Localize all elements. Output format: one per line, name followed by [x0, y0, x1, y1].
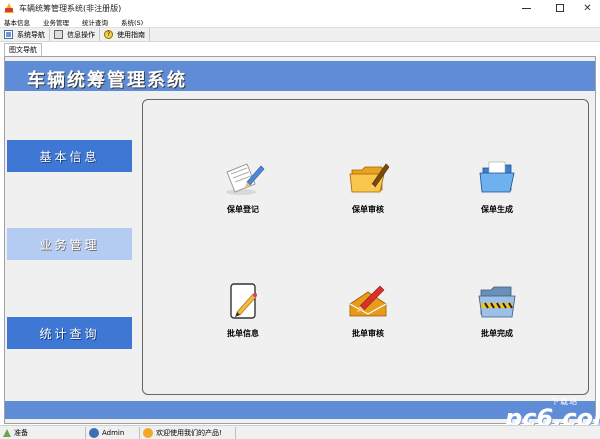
nav-stats-button[interactable]: 统计查询: [7, 317, 132, 349]
menu-stats[interactable]: 统计查询: [82, 17, 108, 27]
menu-business[interactable]: 业务管理: [43, 17, 69, 27]
status-ready-text: 准备: [14, 428, 28, 437]
envelope-pencil-icon: [349, 285, 387, 317]
notepad-pen-icon: [230, 283, 257, 319]
tab-strip: 图文导航: [0, 42, 600, 56]
user-guide-button[interactable]: ? 使用指南: [100, 28, 150, 41]
endorsement-complete-label: 批单完成: [481, 329, 513, 338]
help-icon: ?: [104, 30, 113, 39]
nav-basic-info-button[interactable]: 基本信息: [7, 140, 132, 172]
document-pen-icon: [226, 163, 265, 195]
status-bar: 准备 Admin 欢迎使用我们的产品!: [0, 425, 600, 439]
system-title: 车辆统筹管理系统: [27, 70, 187, 91]
function-panel: 保单登记 保单审核 保单生成 批单信息 批单审核 批单完成: [142, 99, 589, 395]
info-icon: [54, 30, 63, 39]
nav-business-button[interactable]: 业务管理: [7, 228, 132, 260]
policy-generate-label: 保单生成: [481, 205, 513, 214]
status-welcome: 欢迎使用我们的产品!: [140, 426, 236, 439]
status-ready: 准备: [0, 426, 86, 439]
header-banner: 车辆统筹管理系统: [5, 61, 595, 91]
toolbar: 系统导航 信息操作 ? 使用指南: [0, 27, 600, 42]
app-icon: [3, 2, 15, 14]
system-nav-label: 系统导航: [17, 30, 45, 39]
info-ops-button[interactable]: 信息操作: [50, 28, 100, 41]
close-icon: ✕: [583, 2, 592, 14]
endorsement-review-tile[interactable]: 批单审核: [328, 282, 408, 362]
folder-blue-icon: [479, 161, 515, 193]
menu-bar: 基本信息 业务管理 统计查询 系统(S): [0, 16, 600, 27]
window-title: 车辆统筹管理系统(非注册版): [19, 3, 122, 13]
tab-graphic-nav[interactable]: 图文导航: [4, 43, 42, 56]
endorsement-info-label: 批单信息: [227, 329, 259, 338]
endorsement-complete-tile[interactable]: 批单完成: [457, 282, 537, 362]
status-welcome-text: 欢迎使用我们的产品!: [156, 428, 222, 437]
endorsement-review-label: 批单审核: [352, 329, 384, 338]
policy-generate-tile[interactable]: 保单生成: [457, 158, 537, 238]
minimize-icon: [521, 7, 531, 9]
minimize-button[interactable]: [511, 0, 541, 16]
system-nav-button[interactable]: 系统导航: [0, 28, 50, 41]
maximize-icon: [556, 4, 564, 12]
close-button[interactable]: ✕: [575, 0, 600, 16]
main-frame: 车辆统筹管理系统 基本信息 业务管理 统计查询 保单登记 保单审核 保单生成 批…: [4, 56, 596, 424]
user-guide-label: 使用指南: [117, 30, 145, 39]
nav-icon: [4, 30, 13, 39]
ready-icon: [3, 428, 11, 437]
policy-review-tile[interactable]: 保单审核: [328, 158, 408, 238]
menu-system[interactable]: 系统(S): [121, 17, 143, 27]
maximize-button[interactable]: [545, 0, 575, 16]
user-icon: [89, 427, 99, 438]
policy-review-label: 保单审核: [352, 205, 384, 214]
folder-striped-icon: [478, 286, 516, 318]
status-user: Admin: [86, 426, 140, 439]
welcome-icon: [143, 427, 153, 438]
info-ops-label: 信息操作: [67, 30, 95, 39]
status-user-text: Admin: [102, 428, 125, 437]
endorsement-info-tile[interactable]: 批单信息: [203, 282, 283, 362]
policy-register-tile[interactable]: 保单登记: [203, 158, 283, 238]
menu-basic-info[interactable]: 基本信息: [4, 17, 30, 27]
folder-pen-icon: [349, 163, 390, 193]
policy-register-label: 保单登记: [227, 205, 259, 214]
title-bar: 车辆统筹管理系统(非注册版) ✕: [0, 0, 600, 16]
